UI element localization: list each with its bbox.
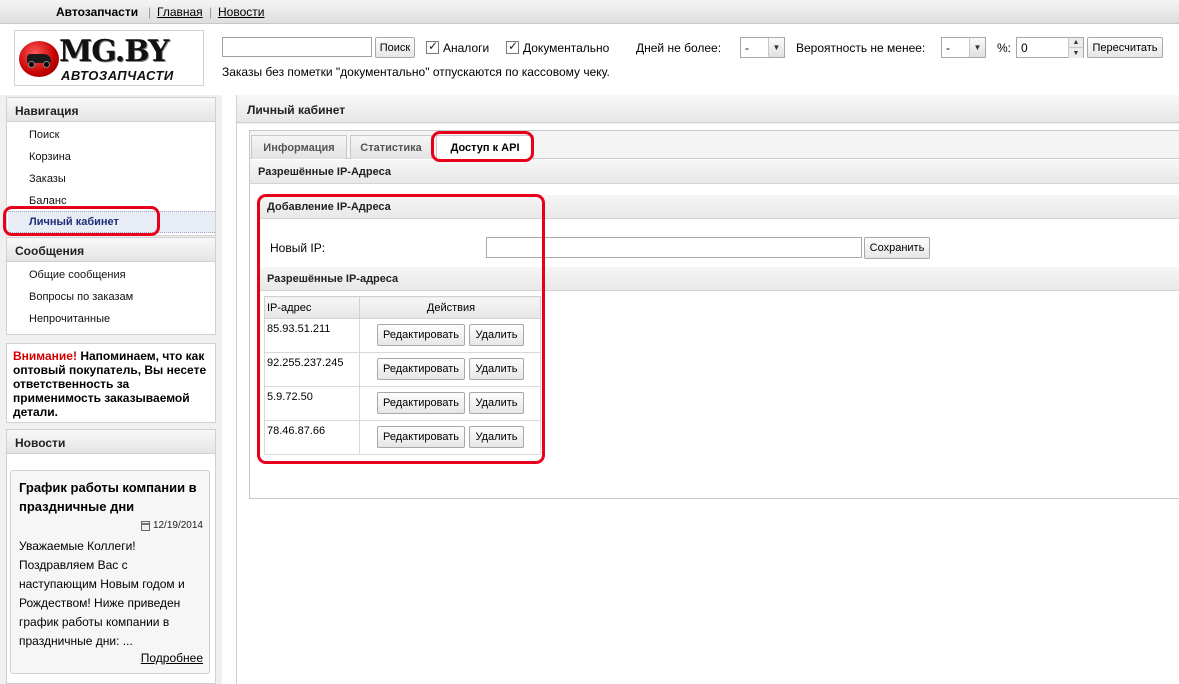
sidebar-item-unread[interactable]: Непрочитанные bbox=[29, 313, 110, 325]
chevron-down-icon: ▼ bbox=[768, 38, 784, 57]
news-date-text: 12/19/2014 bbox=[152, 520, 203, 531]
delete-button[interactable]: Удалить bbox=[469, 324, 524, 346]
edit-button[interactable]: Редактировать bbox=[377, 358, 465, 380]
logo-subtitle: АВТОЗАПЧАСТИ bbox=[61, 68, 174, 83]
chevron-down-icon: ▼ bbox=[969, 38, 985, 57]
tab-api-access[interactable]: Доступ к API bbox=[436, 135, 534, 160]
table-row: 5.9.72.50 Редактировать Удалить bbox=[264, 386, 541, 421]
ip-list-title: Разрешённые IP-адреса bbox=[259, 267, 1179, 291]
edit-button[interactable]: Редактировать bbox=[377, 324, 465, 346]
arrow-down-icon[interactable]: ▼ bbox=[1068, 48, 1083, 58]
car-logo-icon bbox=[19, 41, 59, 77]
main-body: Информация Статистика Доступ к API Разре… bbox=[237, 124, 1179, 684]
table-row: 78.46.87.66 Редактировать Удалить bbox=[264, 420, 541, 455]
documental-label: Документально bbox=[523, 41, 610, 55]
page-title: Личный кабинет bbox=[237, 95, 1179, 123]
receipt-note: Заказы без пометки "документально" отпус… bbox=[222, 65, 610, 79]
sidebar-item-general-messages[interactable]: Общие сообщения bbox=[29, 269, 126, 281]
arrow-up-icon[interactable]: ▲ bbox=[1068, 38, 1083, 48]
main-content: Личный кабинет Информация Статистика Дос… bbox=[236, 95, 1179, 684]
probability-label: Вероятность не менее: bbox=[796, 41, 926, 55]
percent-label: %: bbox=[997, 41, 1012, 55]
ip-address: 78.46.87.66 bbox=[264, 420, 360, 455]
sidebar-item-search[interactable]: Поиск bbox=[29, 129, 59, 141]
tab-information[interactable]: Информация bbox=[251, 135, 347, 159]
percent-stepper[interactable]: 0 ▲ ▼ bbox=[1016, 37, 1084, 58]
navigation-panel: Навигация Поиск Корзина Заказы Баланс Ли… bbox=[6, 97, 216, 236]
search-input[interactable] bbox=[222, 37, 372, 57]
topnav-brand: Автозапчасти bbox=[56, 5, 139, 19]
news-title: Новости bbox=[7, 430, 215, 454]
delete-button[interactable]: Удалить bbox=[469, 426, 524, 448]
allowed-ips-section-title: Разрешённые IP-Адреса bbox=[250, 160, 1179, 184]
ip-address: 92.255.237.245 bbox=[264, 352, 360, 387]
divider: | bbox=[209, 5, 213, 19]
topnav-link-news[interactable]: Новости bbox=[218, 5, 264, 19]
row-actions: Редактировать Удалить bbox=[359, 420, 541, 455]
row-actions: Редактировать Удалить bbox=[359, 318, 541, 353]
sidebar-item-balance[interactable]: Баланс bbox=[29, 195, 66, 207]
table-row: 85.93.51.211 Редактировать Удалить bbox=[264, 318, 541, 353]
logo[interactable]: MG.BY АВТОЗАПЧАСТИ bbox=[14, 30, 204, 86]
top-navigation: Автозапчасти | Главная | Новости bbox=[0, 0, 1179, 24]
news-date: 12/19/2014 bbox=[140, 520, 203, 531]
sidebar-item-account[interactable]: Личный кабинет bbox=[29, 216, 119, 228]
row-actions: Редактировать Удалить bbox=[359, 386, 541, 421]
divider: | bbox=[148, 5, 152, 19]
save-ip-button[interactable]: Сохранить bbox=[864, 237, 930, 259]
ip-column-header: IP-адрес bbox=[264, 296, 360, 319]
days-label: Дней не более: bbox=[636, 41, 722, 55]
days-select[interactable]: - ▼ bbox=[740, 37, 785, 58]
search-button[interactable]: Поиск bbox=[375, 37, 415, 58]
tabs-bar: Информация Статистика Доступ к API bbox=[250, 131, 1179, 160]
new-ip-label: Новый IP: bbox=[270, 241, 326, 255]
sidebar-item-orders[interactable]: Заказы bbox=[29, 173, 66, 185]
tab-statistics[interactable]: Статистика bbox=[350, 135, 432, 159]
documental-checkbox[interactable] bbox=[506, 39, 519, 54]
ip-table: IP-адрес Действия 85.93.51.211 Редактиро… bbox=[264, 296, 541, 455]
edit-button[interactable]: Редактировать bbox=[377, 426, 465, 448]
sidebar-item-order-questions[interactable]: Вопросы по заказам bbox=[29, 291, 133, 303]
header: MG.BY АВТОЗАПЧАСТИ Поиск Аналоги Докумен… bbox=[0, 25, 1179, 95]
calendar-icon bbox=[140, 520, 150, 531]
row-actions: Редактировать Удалить bbox=[359, 352, 541, 387]
ip-address: 5.9.72.50 bbox=[264, 386, 360, 421]
news-headline[interactable]: График работы компании в праздничные дни bbox=[19, 478, 207, 516]
navigation-title: Навигация bbox=[7, 98, 215, 122]
analogs-checkbox[interactable] bbox=[426, 39, 439, 54]
edit-button[interactable]: Редактировать bbox=[377, 392, 465, 414]
add-ip-title: Добавление IP-Адреса bbox=[259, 195, 1179, 219]
table-row: 92.255.237.245 Редактировать Удалить bbox=[264, 352, 541, 387]
analogs-label: Аналоги bbox=[443, 41, 490, 55]
messages-panel: Сообщения Общие сообщения Вопросы по зак… bbox=[6, 237, 216, 335]
ip-address: 85.93.51.211 bbox=[264, 318, 360, 353]
logo-title: MG.BY bbox=[59, 34, 169, 69]
percent-value: 0 bbox=[1021, 41, 1028, 55]
days-select-value: - bbox=[745, 41, 749, 55]
new-ip-input[interactable] bbox=[486, 237, 862, 258]
warning-prefix: Внимание! bbox=[13, 349, 77, 363]
actions-column-header: Действия bbox=[359, 296, 541, 319]
tab-container: Информация Статистика Доступ к API Разре… bbox=[249, 130, 1179, 499]
recalculate-button[interactable]: Пересчитать bbox=[1087, 37, 1163, 58]
news-more-link[interactable]: Подробнее bbox=[141, 651, 203, 665]
delete-button[interactable]: Удалить bbox=[469, 392, 524, 414]
warning-box: Внимание! Напоминаем, что как оптовый по… bbox=[6, 343, 216, 423]
news-body: Уважаемые Коллеги! Поздравляем Вас с нас… bbox=[19, 539, 185, 648]
probability-select-value: - bbox=[946, 41, 950, 55]
topnav-link-home[interactable]: Главная bbox=[157, 5, 203, 19]
news-card: График работы компании в праздничные дни… bbox=[10, 470, 210, 674]
messages-title: Сообщения bbox=[7, 238, 215, 262]
probability-select[interactable]: - ▼ bbox=[941, 37, 986, 58]
sidebar-item-cart[interactable]: Корзина bbox=[29, 151, 71, 163]
delete-button[interactable]: Удалить bbox=[469, 358, 524, 380]
